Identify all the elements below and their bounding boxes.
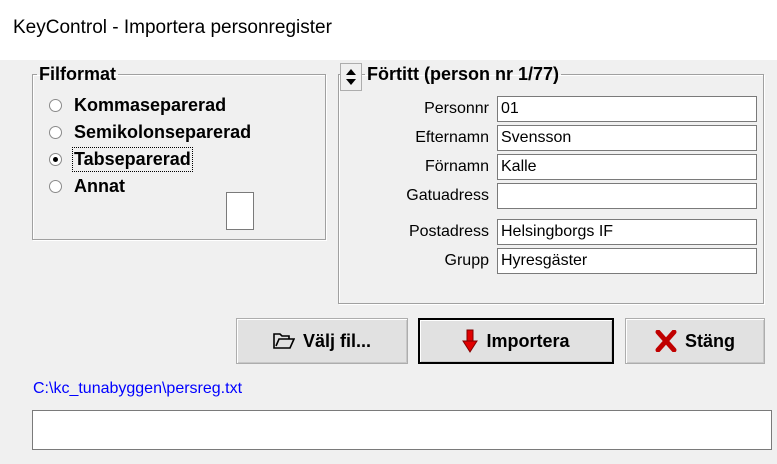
radio-label: Kommaseparerad [74,94,227,115]
select-file-label: Välj fil... [302,330,372,351]
postadress-field[interactable]: Helsingborgs IF [497,219,757,245]
radio-button-icon[interactable] [49,125,62,139]
person-spinner[interactable] [340,63,362,91]
radio-label: Annat [74,175,125,196]
radio-comma-separated[interactable]: Kommaseparerad [49,92,226,118]
radio-label: Semikolonseparerad [74,121,252,142]
field-row-personnr: Personnr 01 [339,96,759,122]
file-path-text: C:\kc_tunabyggen\persreg.txt [33,380,243,397]
file-format-group: Filformat Kommaseparerad Semikolonsepare… [32,64,326,240]
personnr-field[interactable]: 01 [497,96,757,122]
radio-button-icon[interactable] [49,179,62,193]
field-label: Gatuadress [406,187,489,204]
grupp-field[interactable]: Hyresgäster [497,248,757,274]
field-row-efternamn: Efternamn Svensson [339,125,759,151]
radio-other[interactable]: Annat [49,173,125,199]
preview-legend: Förtitt (person nr 1/77) [367,64,560,84]
import-button[interactable]: Importera [418,318,614,364]
gatuadress-field[interactable] [497,183,757,209]
radio-semicolon-separated[interactable]: Semikolonseparerad [49,119,319,145]
import-label: Importera [486,330,570,351]
title-bar: KeyControl - Importera personregister [0,0,777,60]
other-separator-input[interactable] [226,192,254,230]
field-row-fornamn: Förnamn Kalle [339,154,759,180]
radio-button-checked-icon[interactable] [49,152,62,166]
field-label: Grupp [444,252,489,269]
radio-label: Tabseparerad [72,146,193,172]
radio-tab-separated[interactable]: Tabseparerad [49,146,193,172]
close-label: Stäng [684,330,735,351]
fornamn-field[interactable]: Kalle [497,154,757,180]
window-title: KeyControl - Importera personregister [13,17,332,38]
spin-down-icon[interactable] [346,79,356,85]
status-field [32,410,772,450]
close-button[interactable]: Stäng [625,318,765,364]
spin-up-icon[interactable] [346,69,356,75]
efternamn-field[interactable]: Svensson [497,125,757,151]
field-label: Personnr [424,100,489,117]
down-arrow-icon [462,329,479,353]
import-dialog: KeyControl - Importera personregister Fi… [0,0,777,464]
file-format-legend: Filformat [39,64,117,84]
radio-button-icon[interactable] [49,98,62,112]
field-row-gatuadress: Gatuadress [339,183,759,209]
field-label: Förnamn [424,158,489,175]
preview-group: Förtitt (person nr 1/77) Personnr 01 Eft… [338,64,764,304]
field-label: Efternamn [415,129,489,146]
field-row-postadress: Postadress Helsingborgs IF [339,219,759,245]
folder-icon [273,333,295,349]
field-label: Postadress [408,223,489,240]
field-row-grupp: Grupp Hyresgäster [339,248,759,274]
x-icon [655,330,677,352]
select-file-button[interactable]: Välj fil... [236,318,408,364]
